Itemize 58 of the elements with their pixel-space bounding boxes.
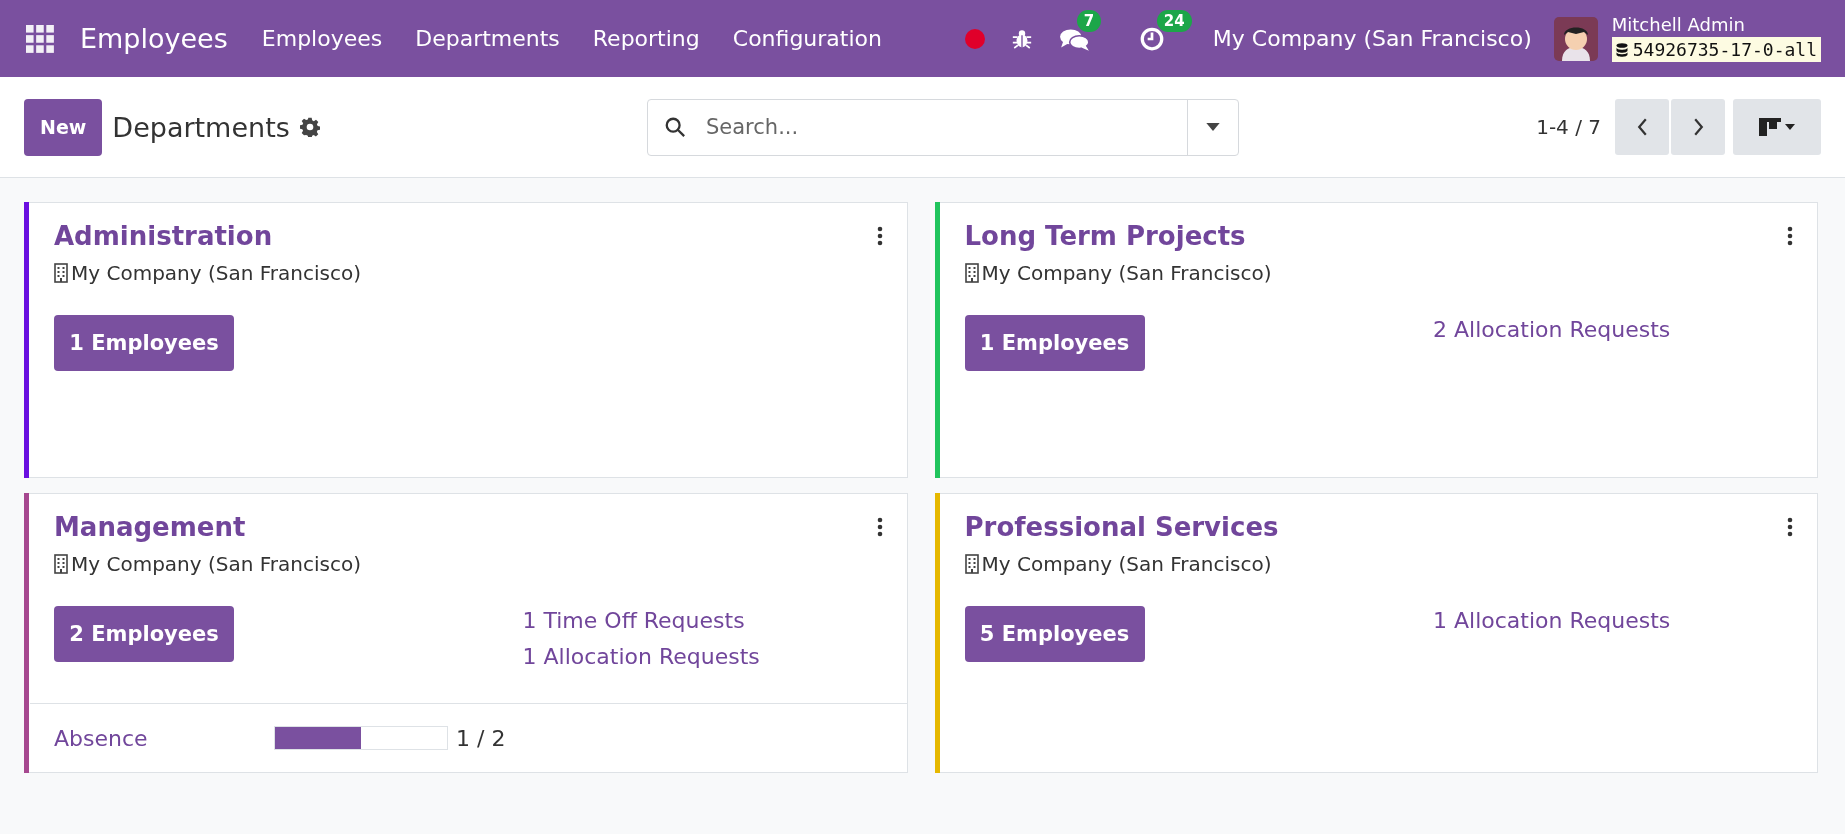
avatar-icon[interactable] (1553, 16, 1598, 61)
more-options-icon[interactable] (876, 226, 883, 246)
company-name: My Company (San Francisco) (71, 552, 361, 576)
more-options-icon[interactable] (1787, 226, 1793, 246)
department-card[interactable]: Management My Company (San Francisco) 2 Employees 1 Time Off Requests 1 Allocation Requests Absence 1 / 2 (24, 493, 908, 773)
clock-icon[interactable] (1138, 25, 1165, 52)
absence-label: Absence (54, 725, 149, 751)
requests-link[interactable]: 1 Time Off Requests (522, 606, 883, 636)
department-card[interactable]: Long Term Projects My Company (San Francisco) 1 Employees 2 Allocation Requests (934, 202, 1818, 478)
search-icon (664, 116, 686, 138)
menu-item[interactable]: Configuration (732, 26, 882, 51)
breadcrumb-title: Departments (112, 111, 290, 143)
requests-link[interactable]: 2 Allocation Requests (1433, 315, 1793, 345)
menu-item[interactable]: Departments (415, 26, 560, 51)
record-dot-icon[interactable] (964, 28, 985, 49)
employees-button[interactable]: 5 Employees (964, 606, 1145, 662)
chevron-right-icon (1692, 118, 1704, 136)
more-options-icon[interactable] (1787, 517, 1793, 537)
settings-icon[interactable] (299, 117, 320, 137)
caret-icon (1206, 123, 1220, 131)
company-switcher[interactable]: My Company (San Francisco) (1212, 26, 1532, 51)
requests-link[interactable]: 1 Allocation Requests (522, 642, 883, 672)
pager-value[interactable]: 1-4 / 7 (1536, 115, 1601, 139)
view-switcher-button[interactable] (1733, 99, 1821, 155)
message-count-badge: 7 (1076, 9, 1102, 32)
new-button[interactable]: New (24, 98, 103, 156)
employees-button[interactable]: 1 Employees (54, 315, 234, 371)
activity-count-badge: 24 (1156, 9, 1192, 32)
menu-item[interactable]: Reporting (592, 26, 700, 51)
company-name: My Company (San Francisco) (981, 261, 1272, 285)
company-name: My Company (San Francisco) (71, 261, 361, 285)
department-name: Administration (54, 221, 273, 251)
bug-icon[interactable] (1010, 27, 1033, 50)
department-card[interactable]: Professional Services My Company (San Francisco) 5 Employees 1 Allocation Requests (934, 493, 1818, 773)
building-icon (964, 554, 979, 574)
chevron-left-icon (1636, 118, 1648, 136)
company-name: My Company (San Francisco) (981, 552, 1272, 576)
app-grid-icon[interactable] (26, 24, 54, 53)
building-icon (54, 263, 68, 283)
search-field[interactable]: Search... (647, 98, 1239, 156)
department-name: Management (54, 512, 246, 542)
user-name[interactable]: Mitchell Admin (1611, 15, 1821, 35)
employees-button[interactable]: 1 Employees (964, 315, 1145, 371)
department-name: Long Term Projects (964, 221, 1246, 251)
requests-link[interactable]: 1 Allocation Requests (1433, 606, 1793, 636)
search-input[interactable]: Search... (704, 114, 1169, 140)
department-card[interactable]: Administration My Company (San Francisco) 1 Employees (24, 202, 908, 478)
department-name: Professional Services (964, 512, 1279, 542)
kanban-view-icon (1759, 118, 1795, 136)
progress-reading: 1 / 2 (456, 725, 506, 751)
employees-button[interactable]: 2 Employees (54, 606, 234, 662)
building-icon (964, 263, 979, 283)
database-icon (1615, 42, 1628, 57)
more-options-icon[interactable] (876, 517, 883, 537)
building-icon (54, 554, 68, 574)
database-name: 54926735-17-0-all (1632, 39, 1817, 60)
menu-item[interactable]: Employees (261, 26, 383, 51)
app-name-link[interactable]: Employees (80, 23, 228, 54)
